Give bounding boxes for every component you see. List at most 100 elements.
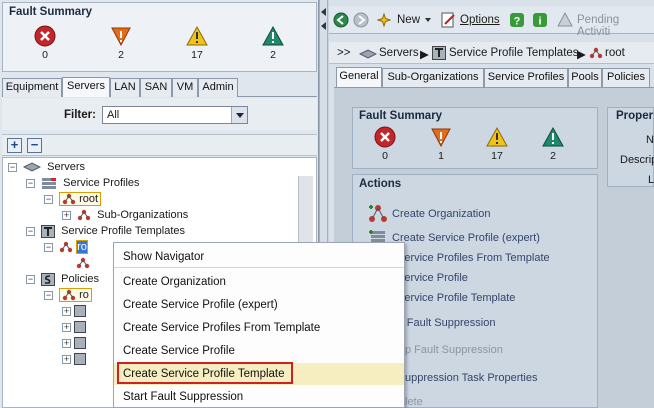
help-icon[interactable]: ? (509, 12, 525, 28)
svg-text:i: i (538, 16, 541, 28)
warning-fault[interactable]: 2 (533, 126, 573, 162)
pending-activities-button[interactable]: Pending Activiti (577, 14, 654, 38)
breadcrumb-prefix: >> (337, 47, 351, 59)
major-icon (431, 128, 451, 148)
action-service-profiles-from-template[interactable]: Service Profiles From Template (397, 252, 550, 264)
action-create-organization[interactable]: Create Organization (392, 208, 490, 220)
tree-item-policies[interactable]: − Policies (26, 272, 99, 286)
tree-item-policy-1[interactable]: + (62, 304, 89, 318)
major-fault[interactable]: 1 (421, 126, 461, 162)
action-start-fault-suppression[interactable]: rt Fault Suppression (397, 317, 495, 329)
menu-item-create-service-profile-expert[interactable]: Create Service Profile (expert) (114, 294, 404, 316)
minor-fault[interactable]: 17 (477, 126, 517, 162)
tab-pools[interactable]: Pools (568, 68, 602, 87)
action-delete[interactable]: lete (405, 396, 423, 408)
tab-servers[interactable]: Servers (62, 77, 110, 97)
tree-item-policy-4[interactable]: + (62, 352, 89, 366)
expand-icon[interactable]: + (62, 338, 71, 348)
actions-title: Actions (359, 178, 402, 190)
expand-icon[interactable]: + (62, 322, 71, 332)
forward-icon[interactable] (353, 12, 369, 28)
description-label: Descrip (620, 154, 654, 166)
tree-item-sub-organizations[interactable]: + Sub-Organizations (62, 208, 188, 222)
template-icon (41, 224, 56, 238)
collapse-icon[interactable]: − (26, 226, 35, 236)
root-node: root (59, 192, 102, 206)
breadcrumb-templates[interactable]: Service Profile Templates (449, 47, 579, 59)
collapse-icon[interactable]: − (26, 274, 35, 284)
collapse-icon[interactable]: − (26, 178, 35, 188)
collapse-left-icon[interactable] (321, 8, 326, 16)
warning-fault[interactable]: 2 (253, 25, 293, 61)
major-count: 2 (118, 49, 124, 61)
tree-item-service-profiles[interactable]: − Service Profiles (26, 176, 140, 190)
tab-sub-organizations[interactable]: Sub-Organizations (382, 68, 484, 87)
action-suppression-task-properties[interactable]: uppression Task Properties (405, 372, 537, 384)
tree-item-service-profile-templates[interactable]: − Service Profile Templates (26, 224, 185, 238)
critical-icon (374, 126, 396, 148)
major-fault[interactable]: 2 (101, 25, 141, 61)
chevron-down-icon[interactable] (231, 107, 247, 123)
action-create-service-profile[interactable]: Service Profile (397, 272, 468, 284)
breadcrumb-servers[interactable]: Servers (379, 47, 419, 59)
tab-admin[interactable]: Admin (198, 78, 238, 97)
menu-item-create-service-profiles-from-template[interactable]: Create Service Profiles From Template (114, 317, 404, 339)
tree-item-root-selected[interactable]: − ro (44, 240, 88, 254)
policy-icon (74, 337, 86, 350)
org-icon (62, 289, 76, 301)
collapse-icon[interactable]: − (44, 290, 53, 300)
tab-equipment[interactable]: Equipment (2, 78, 62, 97)
minor-count: 17 (491, 150, 503, 162)
action-create-service-profile-expert[interactable]: Create Service Profile (expert) (392, 232, 540, 244)
policy-icon (74, 321, 86, 334)
tree-item-root-policies[interactable]: − ro (44, 288, 92, 302)
tree-item-root[interactable]: − root (44, 192, 102, 206)
expand-icon[interactable]: + (62, 354, 71, 364)
critical-count: 0 (382, 150, 388, 162)
breadcrumb-separator: ▶ (577, 49, 586, 61)
menu-item-start-fault-suppression[interactable]: Start Fault Suppression (114, 386, 404, 408)
menu-item-show-navigator[interactable]: Show Navigator (114, 246, 404, 268)
tree-item-policy-3[interactable]: + (62, 336, 89, 350)
collapse-left-icon[interactable] (321, 22, 326, 30)
org-icon (76, 257, 90, 269)
info-icon[interactable]: i (532, 12, 548, 28)
back-icon[interactable] (333, 12, 349, 28)
expand-icon[interactable]: + (62, 306, 71, 316)
collapse-icon[interactable]: − (44, 194, 53, 204)
menu-item-create-service-profile[interactable]: Create Service Profile (114, 340, 404, 362)
minor-fault[interactable]: 17 (177, 25, 217, 61)
options-icon (441, 12, 455, 28)
tab-policies[interactable]: Policies (602, 68, 650, 87)
expand-icon[interactable]: + (62, 210, 71, 220)
service-profile-icon (42, 177, 57, 189)
critical-fault[interactable]: 0 (365, 126, 405, 162)
collapse-icon[interactable]: − (44, 242, 53, 252)
new-button[interactable]: New (397, 14, 420, 26)
breadcrumb-root[interactable]: root (605, 47, 625, 59)
tab-vm[interactable]: VM (172, 78, 198, 97)
tab-service-profiles[interactable]: Service Profiles (484, 68, 568, 87)
expand-all-button[interactable]: + (7, 138, 22, 153)
menu-item-create-organization[interactable]: Create Organization (114, 271, 404, 293)
action-create-service-profile-template[interactable]: Service Profile Template (397, 292, 515, 304)
properties-title: Proper (616, 110, 654, 122)
tab-lan[interactable]: LAN (110, 78, 140, 97)
tree-item-servers[interactable]: − Servers (8, 160, 85, 174)
critical-fault[interactable]: 0 (25, 25, 65, 61)
collapse-all-button[interactable]: − (27, 138, 42, 153)
tree-item-child[interactable] (76, 256, 93, 270)
tree-item-policy-2[interactable]: + (62, 320, 89, 334)
collapse-icon[interactable]: − (8, 162, 17, 172)
filter-select[interactable]: All (102, 106, 248, 124)
options-button[interactable]: Options (460, 14, 500, 26)
chevron-down-icon[interactable] (425, 18, 431, 22)
tab-general[interactable]: General (336, 67, 382, 87)
tree-label: Servers (47, 161, 86, 173)
minor-icon (186, 25, 208, 46)
tab-san[interactable]: SAN (140, 78, 172, 97)
create-organization-icon (369, 205, 387, 222)
action-stop-fault-suppression[interactable]: p Fault Suppression (405, 344, 503, 356)
warning-count: 2 (550, 150, 556, 162)
tree-label: Service Profile Templates (61, 225, 186, 237)
